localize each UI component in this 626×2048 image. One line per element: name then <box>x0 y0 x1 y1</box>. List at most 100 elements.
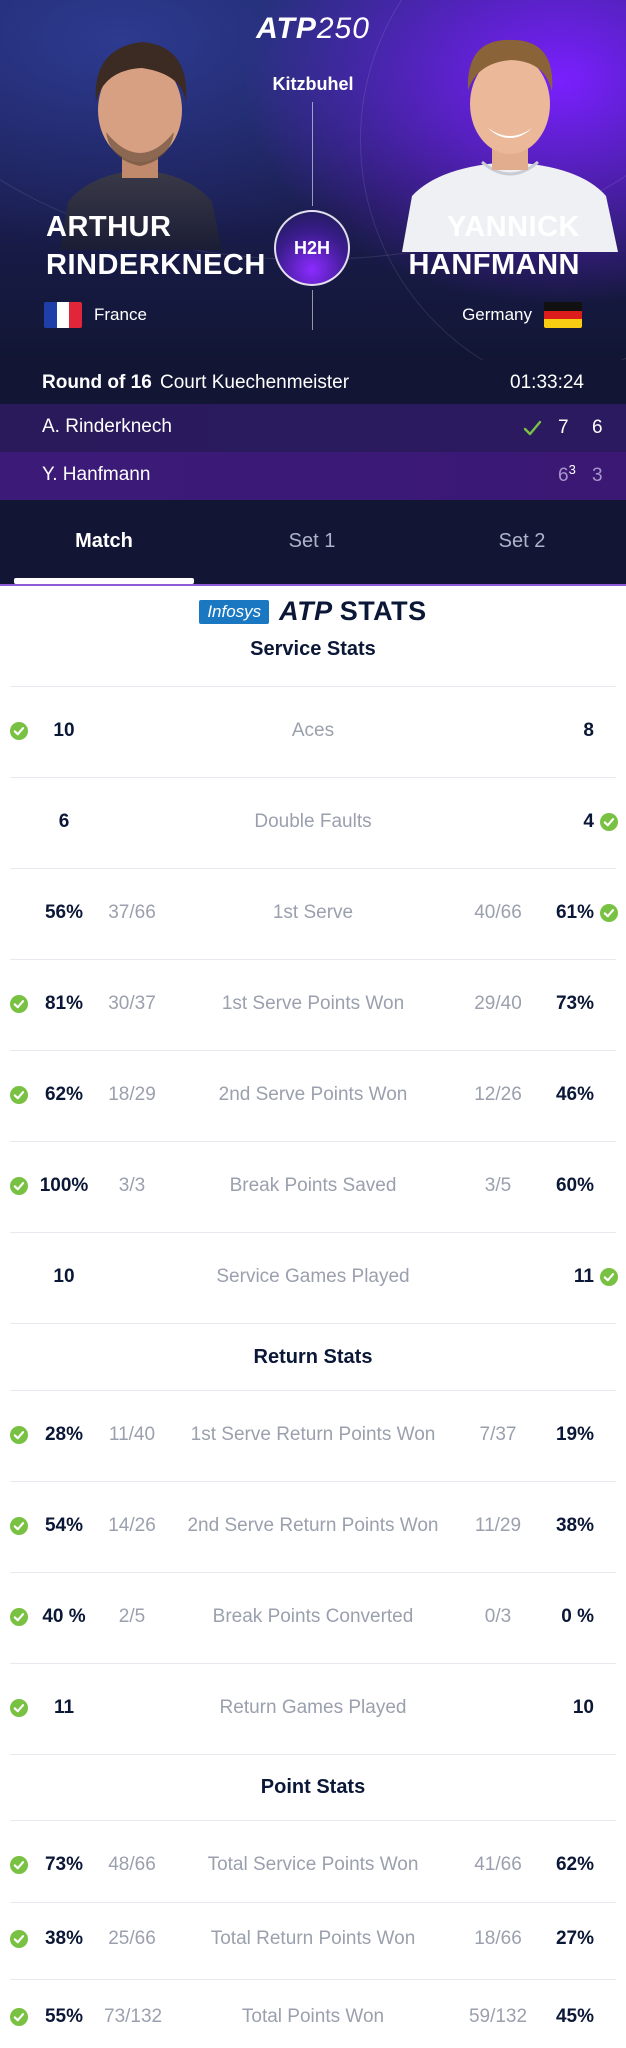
row-divider <box>10 1050 616 1051</box>
stat-row: 40 % 2/5 Break Points Converted 0/3 0 % <box>0 1598 626 1638</box>
row-divider <box>10 1902 616 1903</box>
player1-name[interactable]: ARTHUR RINDERKNECH <box>46 208 266 284</box>
player1-first-name: ARTHUR <box>46 211 172 243</box>
tab-match[interactable]: Match <box>14 530 194 553</box>
player1-country: France <box>44 302 147 328</box>
stat-label: Total Service Points Won <box>207 1854 419 1875</box>
infosys-logo: Infosys <box>199 599 270 624</box>
stat-label: Double Faults <box>254 811 372 832</box>
player1-stat-value: 10 <box>53 720 75 741</box>
stat-label: 2nd Serve Points Won <box>218 1084 408 1105</box>
france-flag-icon <box>44 302 82 328</box>
score-row-player2: Y. Hanfmann 63 3 <box>0 452 626 500</box>
player2-stat-value: 73% <box>555 993 594 1014</box>
player2-stat-ratio: 12/26 <box>474 1084 522 1105</box>
stats-suffix: STATS <box>339 596 427 626</box>
stat-leader-check-icon <box>10 1517 28 1535</box>
infosys-atp-stats-logo: Infosys ATP STATS <box>0 596 626 627</box>
player1-stat-ratio: 14/26 <box>108 1515 156 1536</box>
row-divider <box>10 1820 616 1821</box>
player1-stat-value: 55% <box>44 2006 84 2027</box>
stat-leader-check-icon <box>10 1177 28 1195</box>
stat-leader-check-icon <box>10 722 28 740</box>
row-divider <box>10 1572 616 1573</box>
player1-stat-value: 73% <box>44 1854 84 1875</box>
player1-last-name: RINDERKNECH <box>46 249 266 281</box>
section-title-service: Service Stats <box>250 638 376 660</box>
row-divider <box>10 777 616 778</box>
stat-label: 1st Serve Points Won <box>221 993 405 1014</box>
atp-brand: ATP <box>279 596 332 626</box>
set2-score: 3 <box>592 465 603 486</box>
player2-stat-value: 8 <box>583 720 594 741</box>
atp-250-logo: ATP250 <box>0 12 626 46</box>
divider-line <box>312 290 313 330</box>
player1-stat-value: 56% <box>44 902 84 923</box>
section-title-return: Return Stats <box>253 1346 373 1368</box>
stat-leader-check-icon <box>10 2008 28 2026</box>
stat-label: Aces <box>291 720 335 741</box>
player2-stat-value: 46% <box>555 1084 594 1105</box>
stat-label: Break Points Converted <box>212 1606 414 1627</box>
stat-row: 6 Double Faults 4 <box>0 803 626 843</box>
player2-name[interactable]: YANNICK HANFMANN <box>408 208 580 284</box>
tiebreak-score: 3 <box>568 462 576 477</box>
stat-label: Service Games Played <box>216 1266 410 1287</box>
match-info-bar: Round of 16 Court Kuechenmeister 01:33:2… <box>0 360 626 408</box>
player2-stat-ratio: 3/5 <box>484 1175 512 1196</box>
row-divider <box>10 959 616 960</box>
player1-stat-ratio: 73/132 <box>104 2006 163 2027</box>
row-divider <box>10 1754 616 1755</box>
player1-stat-value: 28% <box>44 1424 84 1445</box>
stat-label: 2nd Serve Return Points Won <box>187 1515 439 1536</box>
set1-games: 6 <box>558 465 569 486</box>
stat-label: Break Points Saved <box>229 1175 397 1196</box>
player2-country: Germany <box>462 302 582 328</box>
stat-label: 1st Serve <box>272 902 354 923</box>
match-header: ATP250 Kitzbuhel H2H ARTHUR RINDERKNECH … <box>0 0 626 360</box>
player2-first-name: YANNICK <box>447 211 580 243</box>
stat-row: 10 Service Games Played 11 <box>0 1258 626 1298</box>
player2-stat-value: 62% <box>555 1854 594 1875</box>
player2-stat-value: 19% <box>555 1424 594 1445</box>
tournament-name: Kitzbuhel <box>272 74 354 94</box>
atp-stats-wordmark: ATP STATS <box>279 596 427 627</box>
score-player-name: Y. Hanfmann <box>42 464 151 485</box>
player2-stat-ratio: 29/40 <box>474 993 522 1014</box>
stat-row: 11 Return Games Played 10 <box>0 1689 626 1729</box>
tab-set-2[interactable]: Set 2 <box>432 530 612 553</box>
player2-stat-ratio: 40/66 <box>474 902 522 923</box>
tab-set-1[interactable]: Set 1 <box>222 530 402 553</box>
player1-stat-value: 100% <box>39 1175 89 1196</box>
winner-check-icon <box>523 420 542 436</box>
stat-leader-check-icon <box>10 1426 28 1444</box>
h2h-button[interactable]: H2H <box>274 210 350 286</box>
row-divider <box>10 1232 616 1233</box>
player2-stat-value: 60% <box>555 1175 594 1196</box>
player2-country-label: Germany <box>462 305 532 324</box>
stat-row: 56% 37/66 1st Serve 40/66 61% <box>0 894 626 934</box>
player1-stat-value: 10 <box>53 1266 75 1287</box>
stat-leader-check-icon <box>600 1268 618 1286</box>
player1-stat-ratio: 2/5 <box>118 1606 146 1627</box>
player1-stat-ratio: 30/37 <box>108 993 156 1014</box>
player2-stat-value: 38% <box>555 1515 594 1536</box>
stat-leader-check-icon <box>10 1930 28 1948</box>
player1-stat-ratio: 11/40 <box>108 1424 156 1445</box>
court-label: Court Kuechenmeister <box>160 372 350 393</box>
player1-stat-value: 38% <box>44 1928 84 1949</box>
stat-leader-check-icon <box>600 813 618 831</box>
stat-label: Return Games Played <box>219 1697 407 1718</box>
row-divider <box>10 868 616 869</box>
logo-tier: 250 <box>316 12 370 45</box>
row-divider <box>10 686 616 687</box>
player1-stat-ratio: 18/29 <box>108 1084 156 1105</box>
player1-country-label: France <box>94 305 147 324</box>
match-duration: 01:33:24 <box>510 372 584 393</box>
player2-stat-ratio: 11/29 <box>474 1515 522 1536</box>
player2-stat-value: 45% <box>555 2006 594 2027</box>
player2-last-name: HANFMANN <box>408 249 580 281</box>
player2-stat-ratio: 59/132 <box>468 2006 528 2027</box>
round-label: Round of 16 <box>42 372 152 393</box>
player2-stat-ratio: 41/66 <box>474 1854 522 1875</box>
